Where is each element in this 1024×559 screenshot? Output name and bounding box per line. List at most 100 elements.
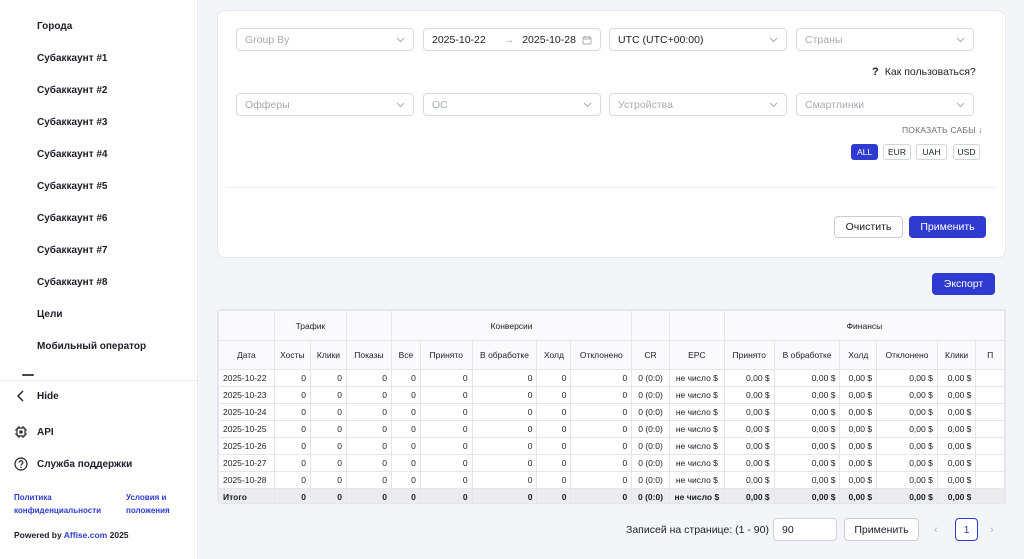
currency-all-button[interactable]: ALL [851, 144, 878, 160]
column-header[interactable]: П [975, 340, 1005, 370]
table-cell: 0,00 $ [876, 369, 938, 387]
column-header[interactable]: Отклонено [570, 340, 633, 370]
column-header[interactable]: Принято [419, 340, 473, 370]
sidebar-item-subaccount-1[interactable]: Субаккаунт #1 [37, 53, 108, 64]
table-cell: 0 [536, 437, 572, 455]
column-header[interactable]: Холд [839, 340, 878, 370]
column-header[interactable]: Все [390, 340, 421, 370]
column-header[interactable]: CR [631, 340, 670, 370]
table-cell: 0,00 $ [723, 403, 775, 421]
table-cell: 0 [419, 403, 473, 421]
page-number-current[interactable]: 1 [955, 518, 978, 541]
table-cell: 0 [419, 471, 473, 489]
next-page-icon[interactable]: › [990, 524, 1000, 536]
table-cell: 0 [570, 403, 633, 421]
api-link[interactable]: API [14, 425, 54, 439]
column-header[interactable]: В обработке [471, 340, 538, 370]
per-page-input[interactable]: 90 [773, 518, 837, 541]
column-header[interactable]: Хосты [273, 340, 311, 370]
table-cell: 0 [570, 488, 633, 503]
countries-select[interactable]: Страны [796, 28, 974, 51]
column-header[interactable]: Холд [536, 340, 572, 370]
hide-sidebar-button[interactable]: Hide [14, 389, 59, 403]
table-cell: 0,00 $ [876, 386, 938, 404]
table-cell: 0 (0:0) [631, 437, 670, 455]
table-cell: 0 [570, 386, 633, 404]
table-cell: 0,00 $ [839, 386, 878, 404]
offers-select[interactable]: Офферы [236, 93, 414, 116]
table-cell: 0,00 $ [839, 369, 878, 387]
table-cell: 0,00 $ [723, 420, 775, 438]
table-cell: 0 [346, 437, 392, 455]
table-cell [975, 454, 1005, 472]
chevron-down-icon [583, 100, 592, 109]
sidebar-item-subaccount-4[interactable]: Субаккаунт #4 [37, 149, 108, 160]
sidebar-item-goals[interactable]: Цели [37, 309, 63, 320]
sidebar-item-subaccount-6[interactable]: Субаккаунт #6 [37, 213, 108, 224]
show-subs-toggle[interactable]: ПОКАЗАТЬ САБЫ ↓ [902, 125, 983, 135]
table-cell: 0 [419, 386, 473, 404]
table-row: 2025-10-23 0 0 0 0 0 0 0 0 0 (0:0) не число $0,00 … [218, 386, 1005, 404]
table-cell: 0,00 $ [936, 437, 977, 455]
apply-filters-button[interactable]: Применить [909, 216, 986, 238]
date-to: 2025-10-28 [522, 33, 576, 46]
table-cell: 0 (0:0) [631, 420, 670, 438]
column-header[interactable]: Клики [309, 340, 348, 370]
table-cell: 0,00 $ [839, 403, 878, 421]
sidebar-item-subaccount-5[interactable]: Субаккаунт #5 [37, 181, 108, 192]
table-cell: 0,00 $ [723, 369, 775, 387]
table-cell: 0 [390, 386, 421, 404]
table-cell: 0 [570, 420, 633, 438]
os-select[interactable]: ОС [423, 93, 601, 116]
table-cell: 0 (0:0) [631, 386, 670, 404]
table-row: 2025-10-27 0 0 0 0 0 0 0 0 0 (0:0) не число $0,00 … [218, 454, 1005, 472]
table-cell: 0 [309, 386, 348, 404]
table-cell: 0,00 $ [839, 420, 878, 438]
how-to-use-link[interactable]: ? Как пользоваться? [872, 66, 976, 78]
table-cell: 0 [419, 369, 473, 387]
prev-page-icon[interactable]: ‹ [934, 524, 944, 536]
affise-link[interactable]: Affise.com [64, 530, 107, 540]
devices-select[interactable]: Устройства [609, 93, 787, 116]
header-empty [631, 310, 670, 341]
terms-link[interactable]: Условия и положения [126, 491, 170, 517]
table-row: 2025-10-28 0 0 0 0 0 0 0 0 0 (0:0) не число $0,00 … [218, 471, 1005, 489]
table-cell: 0 [309, 437, 348, 455]
table-cell: 0,00 $ [773, 420, 841, 438]
sidebar-item-subaccount-3[interactable]: Субаккаунт #3 [37, 117, 108, 128]
currency-usd-button[interactable]: USD [953, 144, 980, 160]
timezone-select[interactable]: UTC (UTC+00:00) [609, 28, 787, 51]
column-header[interactable]: Принято [723, 340, 775, 370]
support-link[interactable]: Служба поддержки [14, 457, 132, 471]
clear-button[interactable]: Очистить [834, 216, 903, 238]
group-by-select[interactable]: Group By [236, 28, 414, 51]
currency-eur-button[interactable]: EUR [883, 144, 911, 160]
export-button[interactable]: Экспорт [932, 273, 995, 295]
sidebar-item-subaccount-8[interactable]: Субаккаунт #8 [37, 277, 108, 288]
column-header[interactable]: Показы [346, 340, 392, 370]
currency-uah-button[interactable]: UAH [916, 144, 947, 160]
table-cell: 0 [471, 454, 538, 472]
sidebar-item-cities[interactable]: Города [37, 21, 72, 32]
column-header[interactable]: Клики [936, 340, 977, 370]
sidebar-item-mobile-operator[interactable]: Мобильный оператор [37, 341, 146, 352]
smartlinks-select[interactable]: Смартлинки [796, 93, 974, 116]
column-header[interactable]: Дата [218, 340, 275, 370]
table-cell: 0,00 $ [773, 437, 841, 455]
chevron-left-icon [14, 389, 28, 403]
column-header[interactable]: EPC [668, 340, 725, 370]
group-conversions: Конверсии [390, 310, 633, 341]
date-range-picker[interactable]: 2025-10-22 → 2025-10-28 [423, 28, 601, 51]
terms-label-line-1: Условия и [126, 493, 167, 502]
column-header[interactable]: В обработке [773, 340, 841, 370]
privacy-policy-link[interactable]: Политика конфиденциальности [14, 491, 101, 517]
table-cell: 0,00 $ [876, 437, 938, 455]
column-header[interactable]: Отклонено [876, 340, 938, 370]
per-page-apply-button[interactable]: Применить [844, 518, 919, 541]
chevron-down-icon [769, 100, 778, 109]
table-cell: 0 [419, 488, 473, 503]
table-cell: 0,00 $ [876, 403, 938, 421]
sidebar-item-subaccount-2[interactable]: Субаккаунт #2 [37, 85, 108, 96]
table-cell: 0 [419, 420, 473, 438]
sidebar-item-subaccount-7[interactable]: Субаккаунт #7 [37, 245, 108, 256]
